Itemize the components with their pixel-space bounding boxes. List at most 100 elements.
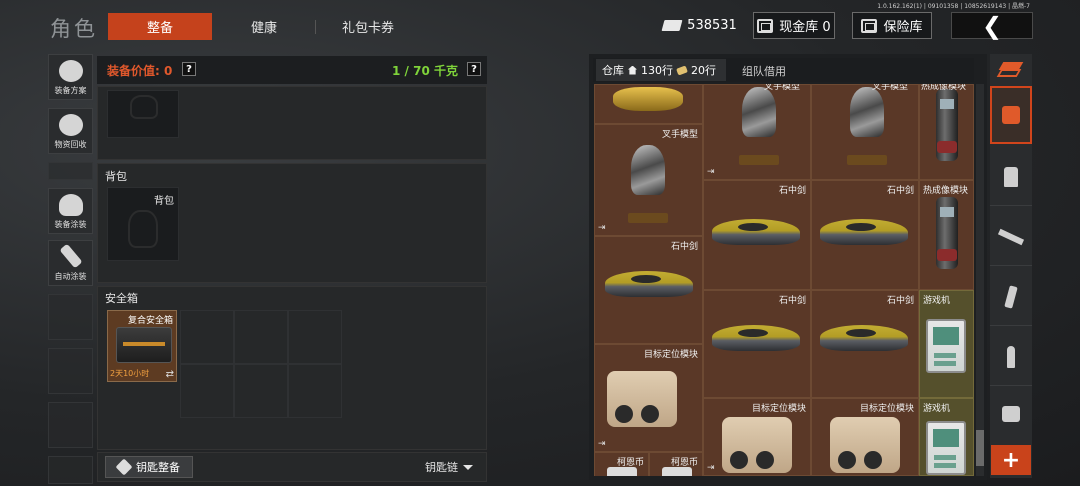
warehouse-item[interactable]: 石中剑 bbox=[811, 290, 919, 398]
warehouse-tab-label: 仓库 bbox=[602, 64, 624, 77]
warehouse-rows-used: 20行 bbox=[691, 64, 716, 77]
gold-item-image bbox=[613, 87, 683, 111]
move-icon[interactable]: ⇥ bbox=[598, 223, 606, 233]
auto-skin-button[interactable]: 自动涂装 bbox=[48, 240, 93, 286]
tab-loadout[interactable]: 整备 bbox=[108, 13, 212, 40]
key-chain-dropdown[interactable]: 钥匙链 bbox=[425, 459, 473, 475]
backpack-section-title: 背包 bbox=[105, 170, 127, 183]
warehouse-item[interactable]: 目标定位模块 ⇥ bbox=[703, 398, 811, 476]
safe-grid-cell[interactable] bbox=[180, 310, 234, 364]
category-misc[interactable] bbox=[990, 386, 1032, 442]
add-category-button[interactable]: + bbox=[991, 445, 1031, 475]
warehouse-item[interactable]: 柯恩币 bbox=[649, 452, 703, 476]
sidebar-spacer bbox=[48, 162, 93, 180]
safe-box-section-title: 安全箱 bbox=[105, 292, 138, 305]
safe-grid-cell[interactable] bbox=[234, 310, 288, 364]
warehouse-item[interactable]: 石中剑 bbox=[811, 180, 919, 290]
chest-rig-slot[interactable] bbox=[107, 90, 179, 138]
tab-divider bbox=[315, 20, 316, 34]
recycle-button[interactable]: 物资回收 bbox=[48, 108, 93, 154]
category-magazine[interactable] bbox=[990, 268, 1032, 326]
equipment-skin-button[interactable]: 装备涂装 bbox=[48, 188, 93, 234]
warehouse-item[interactable]: 游戏机 bbox=[919, 290, 974, 398]
money-icon bbox=[661, 20, 683, 31]
sidebar-item-label: 自动涂装 bbox=[54, 272, 87, 281]
category-ammo[interactable] bbox=[990, 328, 1032, 386]
safe-vault-button[interactable]: 保险库 bbox=[852, 12, 932, 39]
safe-grid-cell[interactable] bbox=[288, 310, 342, 364]
vault-icon bbox=[757, 18, 774, 33]
value-help-button[interactable]: ? bbox=[182, 62, 196, 76]
target-locator-image bbox=[722, 417, 792, 473]
warehouse-item[interactable]: 石中剑 bbox=[594, 236, 703, 344]
weight-value: 1 / 70 千克 bbox=[392, 64, 458, 78]
sidebar-empty-slot bbox=[48, 402, 93, 448]
backpack-slot[interactable]: 背包 bbox=[107, 187, 179, 261]
warehouse-item[interactable] bbox=[811, 84, 919, 180]
category-tactical[interactable] bbox=[990, 86, 1032, 144]
move-icon[interactable]: ⇥ bbox=[707, 463, 715, 473]
safe-grid-cell[interactable] bbox=[234, 364, 288, 418]
item-name: 热成像模块 bbox=[923, 186, 969, 196]
category-vest[interactable] bbox=[990, 148, 1032, 206]
vest-icon bbox=[1004, 166, 1018, 187]
warehouse-item[interactable]: 石中剑 bbox=[703, 290, 811, 398]
key-loadout-label: 钥匙整备 bbox=[136, 461, 180, 474]
safe-box-item[interactable]: 复合安全箱 2天10小时 ⇄ bbox=[107, 310, 177, 382]
stack-icon[interactable] bbox=[996, 60, 1024, 78]
excalibur-car-image bbox=[605, 271, 693, 297]
move-icon[interactable]: ⇥ bbox=[707, 167, 715, 177]
item-name: 热成像模块 bbox=[921, 84, 967, 92]
swap-icon[interactable]: ⇄ bbox=[166, 369, 174, 380]
tab-health[interactable]: 健康 bbox=[216, 13, 312, 40]
weight-help-button[interactable]: ? bbox=[467, 62, 481, 76]
safe-grid-cell[interactable] bbox=[288, 364, 342, 418]
sidebar-empty-slot bbox=[48, 294, 93, 340]
safe-box-grid bbox=[180, 310, 342, 418]
warehouse-item[interactable]: 目标定位模块 ⇥ bbox=[594, 344, 703, 452]
game-console-image bbox=[926, 319, 966, 373]
loadout-plan-button[interactable]: 装备方案 bbox=[48, 54, 93, 100]
cash-vault-button[interactable]: 现金库 0 bbox=[753, 12, 835, 39]
item-name: 石中剑 bbox=[778, 296, 806, 306]
tab-warehouse[interactable]: 仓库 130行 20行 bbox=[596, 59, 726, 81]
excalibur-car-image bbox=[712, 325, 800, 351]
item-name: 游戏机 bbox=[923, 296, 951, 306]
sidebar-empty-slot bbox=[48, 348, 93, 394]
back-button[interactable]: ❮ bbox=[951, 12, 1033, 39]
safe-grid-cell[interactable] bbox=[180, 364, 234, 418]
equipment-value: 装备价值: 0 bbox=[107, 64, 173, 78]
sidebar-item-label: 物资回收 bbox=[54, 140, 87, 149]
backpack-placeholder-icon bbox=[128, 210, 158, 248]
fork-hand-model-image bbox=[631, 145, 665, 195]
warehouse-grid: ⇥ 叉手模型 ⇥ 石中剑 石中剑 热成像模块 石中剑 石中剑 石中剑 游戏机 目… bbox=[594, 84, 974, 476]
item-name: 石中剑 bbox=[886, 186, 914, 196]
warehouse-item[interactable]: 热成像模块 bbox=[919, 180, 974, 290]
move-icon[interactable]: ⇥ bbox=[598, 439, 606, 449]
warehouse-item[interactable]: 目标定位模块 bbox=[811, 398, 919, 476]
currency-amount: 538531 bbox=[687, 18, 737, 33]
warehouse-scroll-thumb[interactable] bbox=[976, 430, 984, 466]
tag-icon bbox=[676, 65, 688, 75]
coin-image bbox=[607, 467, 637, 476]
excalibur-car-image bbox=[820, 325, 908, 351]
warehouse-scrollbar[interactable] bbox=[976, 84, 984, 476]
tab-team-borrow[interactable]: 组队借用 bbox=[742, 63, 786, 79]
key-chain-label: 钥匙链 bbox=[425, 461, 458, 474]
warehouse-item[interactable]: 石中剑 bbox=[703, 180, 811, 290]
tab-gift-label: 礼包卡券 bbox=[341, 21, 394, 36]
safe-item-timer: 2天10小时 bbox=[110, 369, 150, 378]
warehouse-item[interactable]: 叉手模型 ⇥ bbox=[594, 124, 703, 236]
warehouse-item[interactable]: ⇥ bbox=[703, 84, 811, 180]
item-name: 石中剑 bbox=[778, 186, 806, 196]
category-rifle[interactable] bbox=[990, 208, 1032, 266]
tab-gift-vouchers[interactable]: 礼包卡券 bbox=[318, 13, 418, 40]
key-loadout-button[interactable]: 钥匙整备 bbox=[105, 456, 193, 478]
backpack-slot-label: 背包 bbox=[154, 196, 174, 207]
warehouse-item[interactable] bbox=[919, 84, 974, 180]
warehouse-item[interactable] bbox=[594, 84, 703, 124]
target-locator-image bbox=[830, 417, 900, 473]
warehouse-item[interactable]: 游戏机 bbox=[919, 398, 974, 476]
warehouse-item[interactable]: 柯恩币 bbox=[594, 452, 649, 476]
chevron-down-icon bbox=[463, 464, 473, 470]
